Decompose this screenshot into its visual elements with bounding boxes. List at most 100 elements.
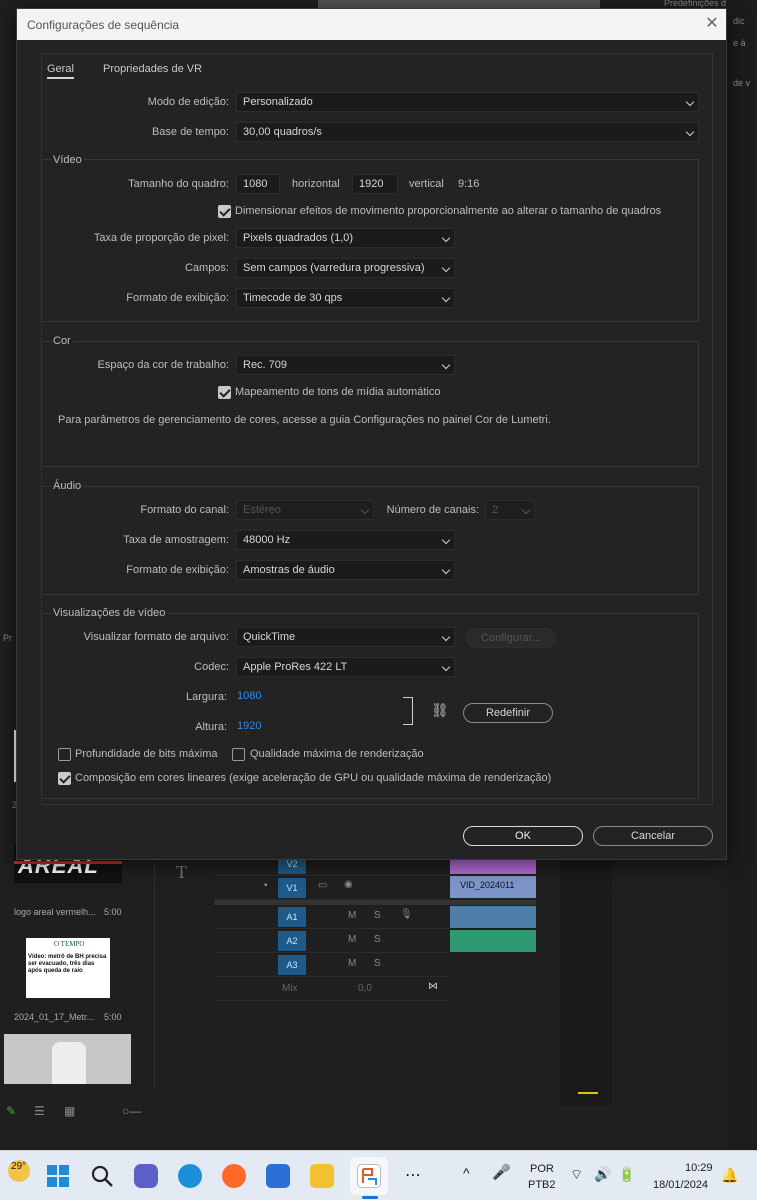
preview-height-label: Altura:: [195, 721, 227, 733]
logo-stripe: [14, 861, 122, 864]
linear-compositing-checkbox[interactable]: [58, 772, 71, 785]
tone-mapping-checkbox[interactable]: [218, 386, 231, 399]
track-a1-label[interactable]: A1: [278, 907, 306, 927]
reset-button[interactable]: Redefinir: [463, 703, 553, 723]
more-icon[interactable]: ⋯: [405, 1165, 421, 1185]
timebase-select[interactable]: 30,00 quadros/s: [236, 122, 699, 142]
pencil-icon[interactable]: ✎: [6, 1104, 16, 1118]
close-icon[interactable]: ✕: [701, 14, 723, 34]
codec-label: Codec:: [194, 661, 229, 673]
chain-link-icon[interactable]: ⛓: [431, 702, 449, 719]
firefox-icon[interactable]: [222, 1164, 246, 1188]
timebase-label: Base de tempo:: [151, 126, 229, 138]
lock-icon[interactable]: ▪: [264, 880, 268, 891]
working-space-label: Espaço da cor de trabalho:: [97, 359, 229, 371]
news-thumbnail[interactable]: O TEMPO Vídeo: metrô de BH precisa ser e…: [26, 938, 110, 998]
list-view-icon[interactable]: ☰: [34, 1104, 45, 1118]
previews-group-title: Visualizações de vídeo: [51, 607, 168, 619]
audio-display-format-value: Amostras de áudio: [243, 564, 335, 576]
fields-select[interactable]: Sem campos (varredura progressiva): [236, 258, 455, 278]
working-space-select[interactable]: Rec. 709: [236, 355, 455, 375]
preview-height-value[interactable]: 1920: [237, 720, 261, 732]
chevron-down-icon: [441, 632, 451, 642]
search-icon[interactable]: [90, 1164, 114, 1188]
person-thumbnail[interactable]: [4, 1034, 131, 1084]
windows-taskbar: 29° ⋯ ^ 🎤 POR PTB2 ⌔ 🔊 🔋 10:29 18/01/202…: [0, 1150, 757, 1200]
aspect-ratio: 9:16: [458, 178, 480, 190]
preview-width-value[interactable]: 1080: [237, 690, 261, 702]
audio-meter-panel: [560, 860, 612, 1106]
end-marker-icon[interactable]: ⋈: [428, 981, 438, 992]
solo-a3[interactable]: S: [374, 958, 381, 969]
icon-view-icon[interactable]: ▦: [64, 1104, 75, 1118]
film-icon[interactable]: ▭: [318, 880, 327, 891]
notification-bell-icon[interactable]: 🔔: [721, 1167, 738, 1184]
video-display-format-select[interactable]: Timecode de 30 qps: [236, 288, 455, 308]
vertical-label: vertical: [409, 178, 444, 190]
working-space-value: Rec. 709: [243, 359, 288, 371]
max-bit-depth-checkbox[interactable]: [58, 748, 71, 761]
max-render-quality-checkbox[interactable]: [232, 748, 245, 761]
preview-file-format-select[interactable]: QuickTime: [236, 627, 455, 647]
scale-effects-checkbox[interactable]: [218, 205, 231, 218]
language-line1[interactable]: POR: [530, 1163, 554, 1175]
codec-select[interactable]: Apple ProRes 422 LT: [236, 657, 455, 677]
active-indicator: [362, 1196, 378, 1199]
fields-label: Campos:: [184, 262, 229, 274]
track-a2-label[interactable]: A2: [278, 931, 306, 951]
frame-height-input[interactable]: 1920: [352, 174, 398, 194]
track-v1-label[interactable]: V1: [278, 878, 306, 898]
a2-clip[interactable]: [450, 930, 536, 952]
chevron-down-icon: [441, 233, 451, 243]
frame-width-input[interactable]: 1080: [236, 174, 280, 194]
zoom-slider-icon[interactable]: ○—: [122, 1104, 141, 1118]
audio-display-format-select[interactable]: Amostras de áudio: [236, 560, 455, 580]
tab-vr-properties[interactable]: Propriedades de VR: [103, 63, 202, 75]
timebase-value: 30,00 quadros/s: [243, 126, 322, 138]
battery-icon[interactable]: 🔋: [618, 1166, 635, 1183]
solo-a1[interactable]: S: [374, 910, 381, 921]
eye-icon[interactable]: ◉: [344, 879, 353, 890]
clock-time[interactable]: 10:29: [685, 1162, 713, 1174]
news-headline: Vídeo: metrô de BH precisa ser evacuado,…: [28, 954, 107, 974]
mute-a1[interactable]: M: [348, 910, 356, 921]
pixel-aspect-label: Taxa de proporção de pixel:: [93, 232, 229, 244]
ok-button[interactable]: OK: [463, 826, 583, 846]
channel-format-value: Estéreo: [243, 504, 281, 516]
solo-a2[interactable]: S: [374, 934, 381, 945]
track-a3-label[interactable]: A3: [278, 955, 306, 975]
start-icon[interactable]: [46, 1164, 70, 1188]
explorer-icon[interactable]: [310, 1164, 334, 1188]
mic-icon[interactable]: 🎙: [400, 909, 413, 920]
mix-value[interactable]: 0,0: [358, 983, 372, 994]
project-tab[interactable]: Pr: [3, 633, 12, 643]
editing-mode-select[interactable]: Personalizado: [236, 92, 699, 112]
mute-a2[interactable]: M: [348, 934, 356, 945]
chevron-up-icon[interactable]: ^: [463, 1165, 470, 1181]
mute-a3[interactable]: M: [348, 958, 356, 969]
pixel-aspect-select[interactable]: Pixels quadrados (1,0): [236, 228, 455, 248]
speaker-icon[interactable]: 🔊: [594, 1166, 611, 1183]
store-icon[interactable]: [266, 1164, 290, 1188]
chevron-down-icon: [521, 505, 531, 515]
dialog-titlebar[interactable]: Configurações de sequência ✕: [17, 9, 726, 40]
type-tool-icon[interactable]: T: [176, 862, 187, 883]
a1-clip[interactable]: [450, 906, 536, 928]
video-group-title: Vídeo: [51, 154, 84, 166]
edge-icon[interactable]: [178, 1164, 202, 1188]
v1-clip[interactable]: VID_2024011: [450, 876, 536, 898]
wifi-icon[interactable]: ⌔: [570, 1166, 583, 1184]
clip2-duration: 5:00: [104, 1012, 122, 1022]
v2-clip[interactable]: [450, 860, 536, 874]
track-v1: V1 ▪ ▭ ◉: [214, 876, 450, 900]
microphone-icon[interactable]: 🎤: [492, 1163, 511, 1181]
tab-general[interactable]: Geral: [47, 63, 74, 79]
language-line2[interactable]: PTB2: [528, 1179, 556, 1191]
premiere-icon[interactable]: [357, 1164, 381, 1188]
sample-rate-select[interactable]: 48000 Hz: [236, 530, 455, 550]
cancel-button[interactable]: Cancelar: [593, 826, 713, 846]
editing-mode-label: Modo de edição:: [147, 96, 229, 108]
chat-icon[interactable]: [134, 1164, 158, 1188]
clock-date[interactable]: 18/01/2024: [653, 1179, 708, 1191]
sample-rate-label: Taxa de amostragem:: [123, 534, 229, 546]
